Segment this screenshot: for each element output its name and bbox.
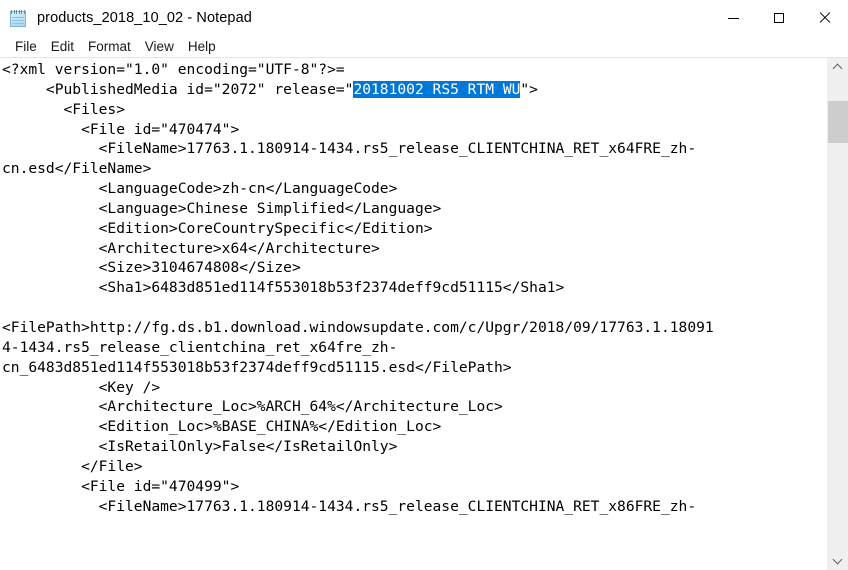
code-text: <LanguageCode>zh-cn</LanguageCode> — [2, 180, 398, 198]
code-line: cn.esd</FileName> — [2, 159, 827, 179]
code-line: <Architecture>x64</Architecture> — [2, 239, 827, 259]
code-line: 4-1434.rs5_release_clientchina_ret_x64fr… — [2, 338, 827, 358]
code-line: <Architecture_Loc>%ARCH_64%</Architectur… — [2, 397, 827, 417]
title-bar-left: products_2018_10_02 - Notepad — [0, 9, 710, 28]
close-button[interactable] — [802, 0, 848, 36]
minimize-button[interactable] — [710, 0, 756, 36]
code-text: <Architecture>x64</Architecture> — [2, 239, 380, 257]
window-controls — [710, 0, 848, 36]
notepad-icon — [9, 9, 28, 28]
scroll-up-button[interactable] — [828, 58, 848, 77]
document-text: <?xml version="1.0" encoding="UTF-8"?>= … — [2, 60, 827, 516]
close-icon — [819, 12, 831, 24]
scrollbar-track[interactable] — [828, 77, 848, 551]
code-line: <PublishedMedia id="2072" release="20181… — [2, 80, 827, 100]
code-line: <Sha1>6483d851ed114f553018b53f2374deff9c… — [2, 278, 827, 298]
code-line: cn_6483d851ed114f553018b53f2374deff9cd51… — [2, 358, 827, 378]
menu-item-view[interactable]: View — [138, 38, 181, 56]
minimize-icon — [727, 17, 739, 19]
code-text: </File> — [2, 457, 143, 475]
code-text: <Edition>CoreCountrySpecific</Edition> — [2, 219, 433, 237]
code-text: <Architecture_Loc>%ARCH_64%</Architectur… — [2, 398, 503, 416]
code-text: <FilePath>http://fg.ds.b1.download.windo… — [2, 318, 714, 336]
vertical-scrollbar[interactable] — [827, 58, 848, 570]
menu-item-file[interactable]: File — [8, 38, 44, 56]
code-text: <Language>Chinese Simplified</Language> — [2, 199, 442, 217]
code-line: <?xml version="1.0" encoding="UTF-8"?>= — [2, 60, 827, 80]
chevron-down-icon — [834, 557, 842, 565]
title-bar: products_2018_10_02 - Notepad — [0, 0, 848, 36]
code-text: <Key /> — [2, 378, 161, 396]
menu-item-edit[interactable]: Edit — [44, 38, 81, 56]
editor-region: <?xml version="1.0" encoding="UTF-8"?>= … — [0, 58, 848, 570]
maximize-button[interactable] — [756, 0, 802, 36]
text-editor[interactable]: <?xml version="1.0" encoding="UTF-8"?>= … — [0, 58, 827, 570]
maximize-icon — [774, 13, 784, 23]
code-line: <Files> — [2, 100, 827, 120]
code-text: <Files> — [2, 100, 126, 118]
selected-text: 20181002 RS5 RTM WU — [353, 80, 521, 98]
code-line: <IsRetailOnly>False</IsRetailOnly> — [2, 437, 827, 457]
code-text: <Sha1>6483d851ed114f553018b53f2374deff9c… — [2, 279, 565, 297]
code-text: <File id="470474"> — [2, 120, 240, 138]
code-line: <Language>Chinese Simplified</Language> — [2, 199, 827, 219]
code-text: <File id="470499"> — [2, 477, 240, 495]
code-text: <IsRetailOnly>False</IsRetailOnly> — [2, 438, 398, 456]
code-line: <Edition_Loc>%BASE_CHINA%</Edition_Loc> — [2, 417, 827, 437]
menu-bar: File Edit Format View Help — [0, 36, 848, 57]
code-line: <Edition>CoreCountrySpecific</Edition> — [2, 219, 827, 239]
chevron-up-icon — [834, 64, 842, 72]
code-line: <File id="470499"> — [2, 477, 827, 497]
code-line: </File> — [2, 457, 827, 477]
code-text: "> — [520, 80, 538, 98]
menu-item-help[interactable]: Help — [181, 38, 223, 56]
code-line: <LanguageCode>zh-cn</LanguageCode> — [2, 179, 827, 199]
code-line: <Key /> — [2, 378, 827, 398]
code-text: cn_6483d851ed114f553018b53f2374deff9cd51… — [2, 358, 512, 376]
code-line: <FileName>17763.1.180914-1434.rs5_releas… — [2, 497, 827, 517]
scroll-down-button[interactable] — [828, 551, 848, 570]
code-text: 4-1434.rs5_release_clientchina_ret_x64fr… — [2, 338, 398, 356]
code-line: <Size>3104674808</Size> — [2, 258, 827, 278]
code-text: cn.esd</FileName> — [2, 160, 152, 178]
code-text: <FileName>17763.1.180914-1434.rs5_releas… — [2, 140, 697, 158]
code-text: <Size>3104674808</Size> — [2, 259, 301, 277]
code-text: <PublishedMedia id="2072" release=" — [2, 80, 354, 98]
notepad-window: products_2018_10_02 - Notepad File Edit … — [0, 0, 848, 570]
window-title: products_2018_10_02 - Notepad — [37, 10, 252, 26]
code-line: <FileName>17763.1.180914-1434.rs5_releas… — [2, 139, 827, 159]
code-text: <?xml version="1.0" encoding="UTF-8"?>= — [2, 61, 345, 78]
scrollbar-thumb[interactable] — [828, 100, 848, 144]
menu-item-format[interactable]: Format — [81, 38, 138, 56]
code-line: <FilePath>http://fg.ds.b1.download.windo… — [2, 318, 827, 338]
code-text: <FileName>17763.1.180914-1434.rs5_releas… — [2, 497, 697, 515]
code-text: <Edition_Loc>%BASE_CHINA%</Edition_Loc> — [2, 418, 442, 436]
code-line: <File id="470474"> — [2, 120, 827, 140]
